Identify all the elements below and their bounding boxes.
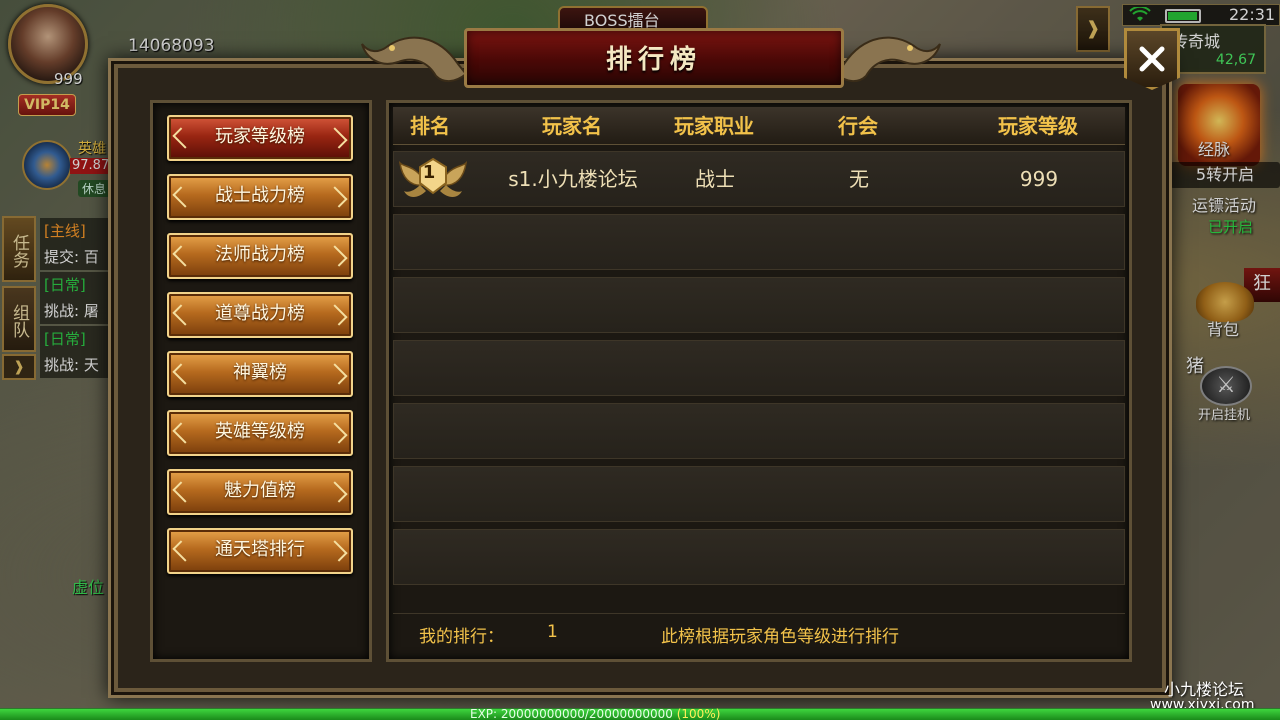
empty-table-row <box>393 214 1125 270</box>
column-header-level: 玩家等级 <box>998 114 1078 138</box>
category-taoist-power[interactable]: 道尊战力榜 <box>167 292 353 338</box>
category-hero-level[interactable]: 英雄等级榜 <box>167 410 353 456</box>
category-player-level[interactable]: 玩家等级榜 <box>167 115 353 161</box>
player-name-cell: s1.小九楼论坛 <box>508 167 638 191</box>
dragon-ornament-icon <box>834 36 941 82</box>
ranking-note: 此榜根据玩家角色等级进行排行 <box>661 627 899 647</box>
category-wings[interactable]: 神翼榜 <box>167 351 353 397</box>
empty-table-row <box>393 529 1125 585</box>
dragon-ornament-icon <box>361 36 468 82</box>
dialog-title: 排行榜 <box>605 45 702 75</box>
dialog-header: 排行榜 <box>464 28 844 88</box>
exp-value: EXP: 20000000000/20000000000 <box>470 707 673 720</box>
column-header-guild: 行会 <box>838 114 878 138</box>
guild-cell: 无 <box>849 167 869 191</box>
category-list: 玩家等级榜 战士战力榜 法师战力榜 道尊战力榜 神翼榜 英雄等级榜 魅力值榜 通… <box>150 100 372 662</box>
class-cell: 战士 <box>695 167 735 191</box>
column-header-class: 玩家职业 <box>674 114 754 138</box>
table-header: 排名 玩家名 玩家职业 行会 玩家等级 <box>393 107 1125 145</box>
ranking-dialog: 排行榜 玩家等级榜 战士战力榜 法师战力榜 道尊战力榜 神翼榜 英雄等级榜 魅力… <box>114 28 1180 692</box>
ranking-table: 排名 玩家名 玩家职业 行会 玩家等级 1 s1.小九楼论坛 战士 无 999 <box>386 100 1132 662</box>
column-header-player-name: 玩家名 <box>542 114 602 138</box>
level-cell: 999 <box>1019 167 1059 191</box>
my-rank-value: 1 <box>547 622 558 642</box>
rank-number: 1 <box>422 162 436 183</box>
ranking-footer: 我的排行： 1 此榜根据玩家角色等级进行排行 <box>393 613 1125 653</box>
column-header-rank: 排名 <box>410 114 450 138</box>
exp-text: EXP: 20000000000/20000000000 (100%) <box>470 707 720 720</box>
exp-bar: EXP: 20000000000/20000000000 (100%) <box>0 707 1280 720</box>
exp-percent: (100%) <box>676 707 721 720</box>
category-mage-power[interactable]: 法师战力榜 <box>167 233 353 279</box>
my-rank-label: 我的排行： <box>419 627 504 647</box>
empty-table-row <box>393 340 1125 396</box>
close-icon <box>1139 46 1165 72</box>
empty-table-row <box>393 277 1125 333</box>
category-tower[interactable]: 通天塔排行 <box>167 528 353 574</box>
empty-table-row <box>393 403 1125 459</box>
empty-table-row <box>393 466 1125 522</box>
close-button[interactable] <box>1124 28 1180 90</box>
category-charm[interactable]: 魅力值榜 <box>167 469 353 515</box>
category-warrior-power[interactable]: 战士战力榜 <box>167 174 353 220</box>
table-row[interactable]: 1 s1.小九楼论坛 战士 无 999 <box>393 151 1125 207</box>
